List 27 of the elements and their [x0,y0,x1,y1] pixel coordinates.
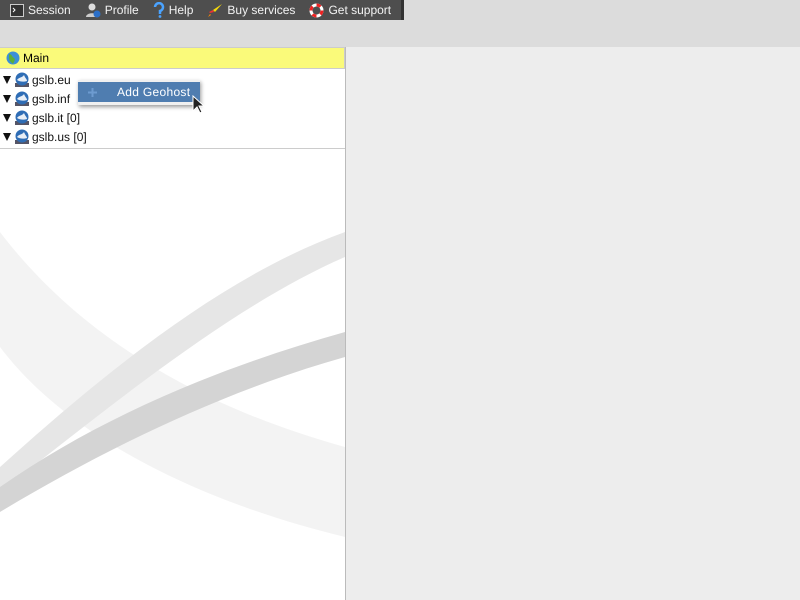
toolbar-button[interactable]: Session [10,3,71,17]
toolbar-button[interactable]: Get support [309,2,392,18]
tree-item[interactable]: gslb.us [0] [32,130,87,144]
globe-icon [6,51,20,65]
rocket-icon [207,2,224,18]
expand-toggle[interactable] [2,94,12,102]
toolbar-button[interactable]: Buy services [207,2,296,18]
expand-toggle[interactable] [2,132,12,140]
cursor-icon [192,95,205,114]
expand-toggle[interactable] [2,76,12,84]
menu-item[interactable]: Add Geohost [78,82,200,102]
toolbar-button[interactable]: Help [152,2,194,18]
terminal-icon [10,4,24,16]
tree-item[interactable]: gslb.eu [32,72,71,86]
tree-item[interactable]: gslb.it [0] [32,110,80,124]
tree-item[interactable]: gslb.inf [32,92,70,106]
server-globe-icon [14,110,30,126]
lifebuoy-icon [309,2,324,18]
expand-toggle[interactable] [2,114,12,122]
plus-icon [88,88,97,96]
server-globe-icon [14,72,30,88]
server-globe-icon [14,128,30,144]
toolbar-button[interactable]: Profile [84,2,139,18]
help-icon [152,2,165,18]
user-icon [84,2,101,18]
server-globe-icon [14,90,30,106]
panel-title: Main [23,51,50,65]
